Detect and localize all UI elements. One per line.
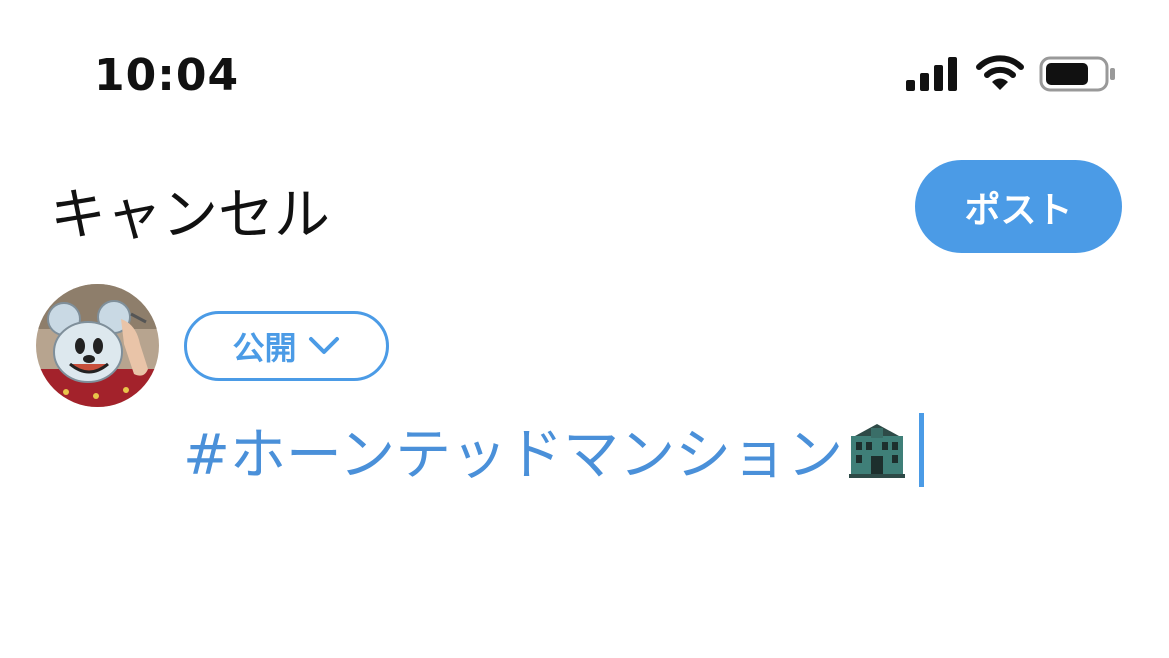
wifi-icon xyxy=(976,55,1024,90)
status-time: 10:04 xyxy=(94,50,240,101)
post-text-input[interactable]: #ホーンテッドマンション xyxy=(183,410,925,490)
text-caret xyxy=(919,413,925,487)
post-button[interactable]: ポスト xyxy=(915,160,1122,253)
compose-post-screen: 10:04 キャンセル ポスト 公開 #ホーンテッドマンション xyxy=(0,0,1169,658)
haunted-mansion-emoji-icon xyxy=(849,424,906,478)
hashtag-text: #ホーンテッドマンション xyxy=(183,422,844,488)
audience-label: 公開 xyxy=(232,329,297,367)
audience-selector[interactable]: 公開 xyxy=(184,311,389,381)
battery-icon xyxy=(1039,56,1115,92)
cellular-signal-icon xyxy=(906,57,957,91)
chevron-down-icon xyxy=(308,337,339,354)
cancel-button[interactable]: キャンセル xyxy=(50,170,330,251)
user-avatar[interactable] xyxy=(36,284,159,407)
